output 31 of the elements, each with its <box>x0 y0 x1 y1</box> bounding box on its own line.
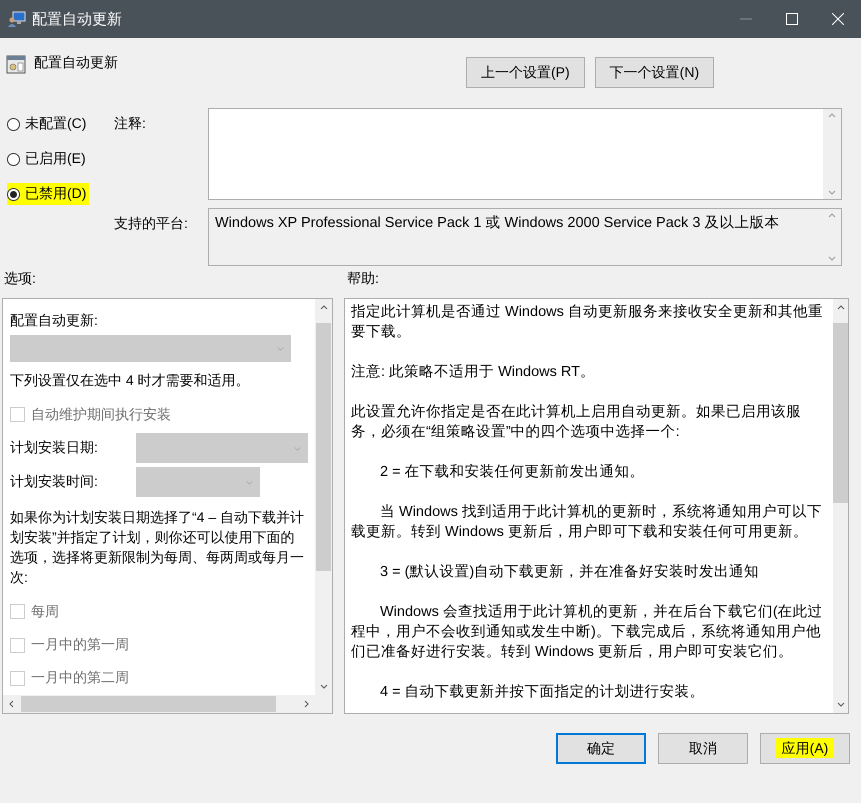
dialog-button[interactable]: 取消 <box>658 733 748 764</box>
field-label: 计划安装时间: <box>10 473 99 492</box>
scroll-thumb[interactable] <box>21 696 276 712</box>
help-heading: 帮助: <box>347 270 379 288</box>
scroll-thumb[interactable] <box>833 323 848 503</box>
radio-option[interactable]: 已禁用(D) <box>7 183 90 205</box>
computer-icon <box>8 10 26 28</box>
dialog-button[interactable]: 确定 <box>556 733 646 764</box>
window-title: 配置自动更新 <box>32 10 123 28</box>
platform-field: Windows XP Professional Service Pack 1 或 Windows 2000 Service Pack 3 及以上版本 <box>208 208 842 266</box>
maximize-icon <box>786 13 798 25</box>
scroll-thumb[interactable] <box>316 323 331 571</box>
navigation-button[interactable]: 上一个设置(P) <box>466 57 585 88</box>
horizontal-scrollbar[interactable] <box>3 695 315 713</box>
dialog-button[interactable]: 应用(A) <box>760 733 850 764</box>
options-heading: 选项: <box>3 270 37 288</box>
options-label: 配置自动更新: <box>10 311 99 330</box>
platform-label: 支持的平台: <box>114 214 189 233</box>
navigation-button[interactable]: 下一个设置(N) <box>594 57 714 88</box>
field-label: 计划安装日期: <box>10 439 99 458</box>
vertical-scrollbar[interactable] <box>315 299 332 695</box>
vertical-scrollbar[interactable] <box>833 299 848 713</box>
options-description: 下列设置仅在选中 4 时才需要和适用。 <box>10 370 251 390</box>
settings-window-icon <box>6 54 26 74</box>
close-icon <box>832 13 844 25</box>
radio-option[interactable]: 已启用(E) <box>7 148 89 170</box>
radio-option[interactable]: 未配置(C) <box>7 113 90 135</box>
options-description: 如果你为计划安装日期选择了“4 – 自动下载并计划安装”并指定了计划，则你还可以使用下面的选项，选择将更新限制为每周、每两周或每月一次: <box>10 508 306 588</box>
comment-label: 注释: <box>114 114 147 133</box>
policy-title: 配置自动更新 <box>34 54 118 72</box>
help-text: 指定此计算机是否通过 Windows 自动更新服务来接收安全更新和其他重要下载。 注意: 此策略不适用于 Windows RT。 此设置允许你指定是否在此计算机上启用自动更新。如果已启用该服务，必须在“组策略设置”中的四个选项中选择一个: 2 = 在下载和安装任何更新前发出通知。 当 Windows 找到适用于此计算机的更新时，系统将通知用户可以下载更新。转到 Windows 更新后，用户即可下载和安装任何可用更新。 3 = (默认设置)自动下载更新，并在准备好安装时发出通知 Windows 会查找适用于此计算机的更新，并在后台下载它们(在此过程中，用户不会收到通知或发生中断)。下载完成后，系统将通知用户他们已准备好进行安装。转到 Windows 更新后，用户即可安装它们。 4 = 自动下载更新并按下面指定的计划进行安装。 <box>350 302 824 702</box>
